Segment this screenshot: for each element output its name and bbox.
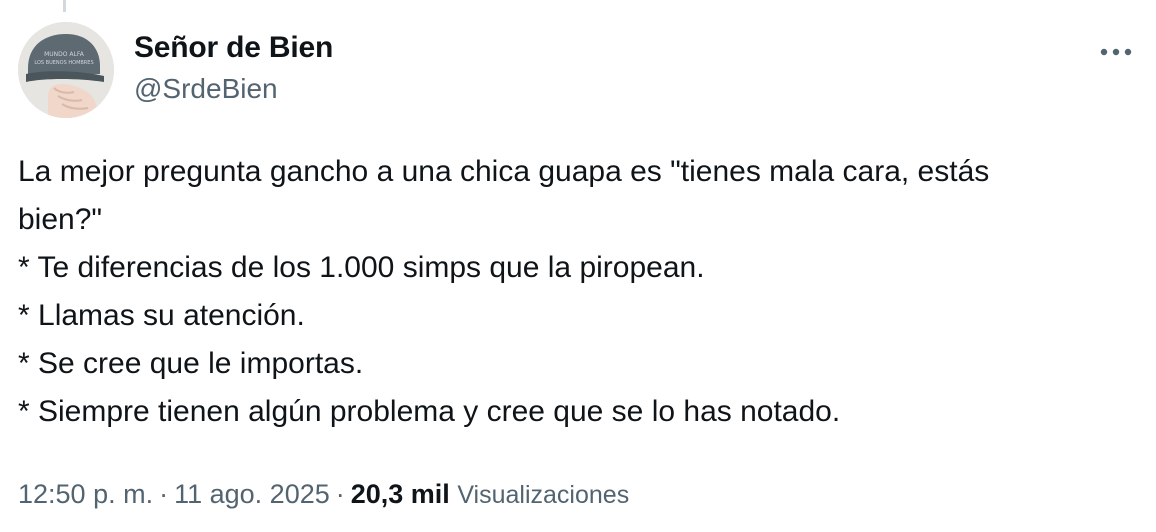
tweet-text-line: * Te diferencias de los 1.000 simps que … xyxy=(18,251,705,284)
tweet-time[interactable]: 12:50 p. m. xyxy=(18,479,153,509)
tweet-date[interactable]: 11 ago. 2025 xyxy=(174,479,330,509)
tweet-metadata: 12:50 p. m. · 11 ago. 2025 · 20,3 mil Visual… xyxy=(18,476,629,513)
tweet-text-line: La mejor pregunta gancho a una chica gua… xyxy=(18,155,990,188)
tweet-text-line: * Se cree que le importas. xyxy=(18,347,364,380)
tweet-text-line: bien?" xyxy=(18,203,103,236)
views-count[interactable]: 20,3 mil xyxy=(351,479,450,509)
ellipsis-horizontal-icon xyxy=(1100,48,1132,56)
tweet-text-line: * Siempre tienen algún problema y cree q… xyxy=(18,395,841,428)
more-options-button[interactable] xyxy=(1092,40,1140,64)
thread-connector-line xyxy=(63,0,66,12)
meta-separator: · xyxy=(159,479,169,509)
avatar-image: MUNDO ALFA LOS BUENOS HOMBRES xyxy=(18,22,114,118)
author-handle[interactable]: @SrdeBien xyxy=(134,72,278,106)
tweet-text-line: * Llamas su atención. xyxy=(18,299,305,332)
views-label[interactable]: Visualizaciones xyxy=(457,481,629,509)
svg-text:MUNDO ALFA: MUNDO ALFA xyxy=(44,51,85,58)
tweet-text: La mejor pregunta gancho a una chica gua… xyxy=(18,148,1138,436)
svg-text:LOS BUENOS HOMBRES: LOS BUENOS HOMBRES xyxy=(34,60,93,66)
author-display-name[interactable]: Señor de Bien xyxy=(134,30,333,66)
avatar[interactable]: MUNDO ALFA LOS BUENOS HOMBRES xyxy=(18,22,114,118)
meta-separator: · xyxy=(335,479,345,509)
